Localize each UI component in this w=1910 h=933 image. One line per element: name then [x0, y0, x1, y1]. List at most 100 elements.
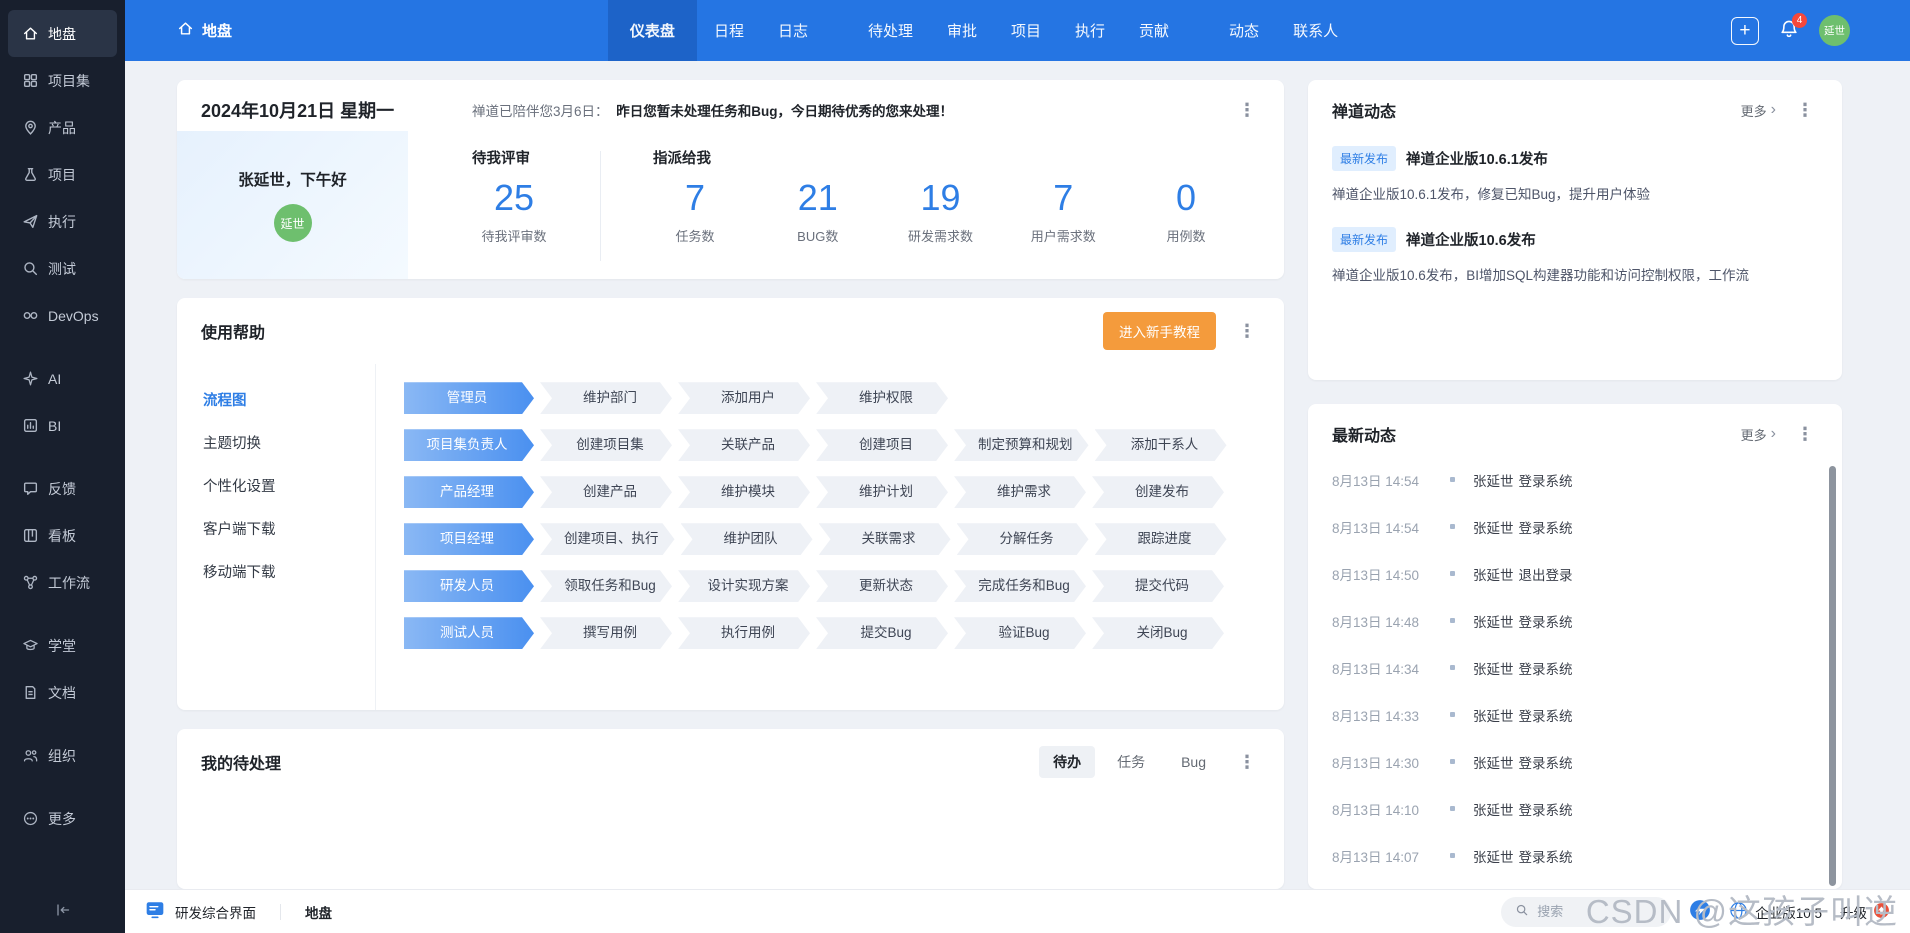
flow-chip-role[interactable]: 测试人员 [404, 617, 534, 649]
flow-chip-step[interactable]: 完成任务和Bug [954, 570, 1086, 602]
sidebar-item-workflow[interactable]: 工作流 [8, 559, 117, 606]
sidebar-item-product[interactable]: 产品 [8, 104, 117, 151]
sidebar-item-more[interactable]: 更多 [8, 795, 117, 842]
tab-contacts[interactable]: 联系人 [1276, 0, 1355, 61]
sidebar-item-ai[interactable]: AI [8, 355, 117, 402]
flow-chip-step[interactable]: 关联产品 [678, 429, 810, 461]
flow-chip-step[interactable]: 执行用例 [678, 617, 810, 649]
todo-kebab-menu[interactable]: ⋮ [1234, 751, 1260, 773]
news-more-link[interactable]: 更多 › [1741, 101, 1776, 120]
flow-chip-step[interactable]: 添加干系人 [1095, 429, 1227, 461]
flow-chip-role[interactable]: 项目集负责人 [404, 429, 534, 461]
flow-chip-step[interactable]: 创建产品 [540, 476, 672, 508]
stat-review-count[interactable]: 25 待我评审数 [472, 178, 556, 245]
tab-project[interactable]: 项目 [994, 0, 1058, 61]
sidebar-item-doc[interactable]: 文档 [8, 669, 117, 716]
sidebar-item-bi[interactable]: BI [8, 402, 117, 449]
flow-chip-step[interactable]: 维护计划 [816, 476, 948, 508]
activity-more-link[interactable]: 更多 › [1741, 425, 1776, 444]
help-menu-personalize[interactable]: 个性化设置 [203, 464, 375, 507]
flow-chip-step[interactable]: 关联需求 [819, 523, 951, 555]
workspace-label[interactable]: 研发综合界面 [175, 902, 256, 922]
news-item-title[interactable]: 禅道企业版10.6发布 [1406, 229, 1536, 250]
search-box[interactable] [1501, 896, 1672, 927]
notifications-button[interactable]: 4 [1779, 13, 1807, 42]
stat-task-count[interactable]: 7 任务数 [653, 178, 737, 245]
overview-kebab-menu[interactable]: ⋮ [1234, 99, 1260, 121]
flow-chip-step[interactable]: 维护模块 [678, 476, 810, 508]
flow-chip-step[interactable]: 领取任务和Bug [540, 570, 672, 602]
activity-scrollbar[interactable] [1829, 466, 1836, 886]
stat-user-story-count[interactable]: 7 用户需求数 [1021, 178, 1105, 245]
sidebar-item-project[interactable]: 项目 [8, 151, 117, 198]
help-menu-client-download[interactable]: 客户端下载 [203, 507, 375, 550]
sidebar-item-program[interactable]: 项目集 [8, 57, 117, 104]
flow-chip-step[interactable]: 制定预算和规划 [954, 429, 1089, 461]
flow-chip-step[interactable]: 创建发布 [1092, 476, 1224, 508]
current-space-label[interactable]: 地盘 [305, 902, 332, 922]
flow-chip-role[interactable]: 产品经理 [404, 476, 534, 508]
sidebar-item-devops[interactable]: DevOps [8, 292, 117, 339]
flow-chip-role[interactable]: 管理员 [404, 382, 534, 414]
upgrade-link[interactable]: 升级 [1840, 902, 1890, 922]
flow-chip-step[interactable]: 维护团队 [681, 523, 813, 555]
tab-contribution[interactable]: 贡献 [1122, 0, 1186, 61]
sidebar-item-test[interactable]: 测试 [8, 245, 117, 292]
tab-todo-bug[interactable]: Bug [1167, 748, 1220, 776]
sidebar-item-kanban[interactable]: 看板 [8, 512, 117, 559]
flow-chip-step[interactable]: 分解任务 [957, 523, 1089, 555]
sidebar-item-execution[interactable]: 执行 [8, 198, 117, 245]
help-kebab-menu[interactable]: ⋮ [1234, 320, 1260, 342]
release-badge[interactable]: 最新发布 [1332, 227, 1397, 252]
version-label[interactable]: 企业版10.5 [1729, 901, 1822, 923]
tab-log[interactable]: 日志 [761, 0, 825, 61]
flow-chip-step[interactable]: 设计实现方案 [678, 570, 810, 602]
flow-chip-step[interactable]: 验证Bug [954, 617, 1086, 649]
flow-chip-step[interactable]: 提交代码 [1092, 570, 1224, 602]
sidebar-item-dashboard[interactable]: 地盘 [8, 10, 117, 57]
news-item-title[interactable]: 禅道企业版10.6.1发布 [1406, 148, 1548, 169]
help-menu-theme[interactable]: 主题切换 [203, 421, 375, 464]
flow-chip-step[interactable]: 关闭Bug [1092, 617, 1224, 649]
tab-dashboard[interactable]: 仪表盘 [607, 0, 697, 61]
tutorial-button[interactable]: 进入新手教程 [1103, 312, 1216, 351]
flow-chip-step[interactable]: 创建项目 [816, 429, 948, 461]
flow-chip-step[interactable]: 维护权限 [816, 382, 948, 414]
navbar-brand[interactable]: 地盘 [125, 20, 232, 41]
tab-pending[interactable]: 待处理 [851, 0, 930, 61]
help-menu-mobile-download[interactable]: 移动端下载 [203, 550, 375, 593]
news-kebab-menu[interactable]: ⋮ [1792, 99, 1818, 121]
help-menu-flowchart[interactable]: 流程图 [203, 378, 375, 421]
flow-chip-step[interactable]: 维护部门 [540, 382, 672, 414]
activity-kebab-menu[interactable]: ⋮ [1792, 423, 1818, 445]
flow-chip-step[interactable]: 维护需求 [954, 476, 1086, 508]
tab-dynamic[interactable]: 动态 [1212, 0, 1276, 61]
sidebar-item-feedback[interactable]: 反馈 [8, 465, 117, 512]
sidebar-item-org[interactable]: 组织 [8, 732, 117, 779]
stat-bug-count[interactable]: 21 BUG数 [776, 178, 860, 245]
tab-approval[interactable]: 审批 [930, 0, 994, 61]
sidebar-collapse-button[interactable] [0, 902, 125, 921]
tab-todo-pending[interactable]: 待办 [1039, 746, 1096, 778]
greeting-avatar[interactable]: 延世 [273, 204, 312, 243]
create-button[interactable]: + [1730, 16, 1759, 45]
tab-calendar[interactable]: 日程 [697, 0, 761, 61]
flow-chip-step[interactable]: 撰写用例 [540, 617, 672, 649]
flow-chip-step[interactable]: 添加用户 [678, 382, 810, 414]
sidebar-item-school[interactable]: 学堂 [8, 622, 117, 669]
flow-chip-step[interactable]: 更新状态 [816, 570, 948, 602]
flow-chip-role[interactable]: 项目经理 [404, 523, 534, 555]
stat-case-count[interactable]: 0 用例数 [1144, 178, 1228, 245]
tab-execution[interactable]: 执行 [1058, 0, 1122, 61]
tab-todo-task[interactable]: 任务 [1103, 746, 1159, 778]
stat-dev-story-count[interactable]: 19 研发需求数 [899, 178, 983, 245]
messenger-icon[interactable] [1689, 899, 1711, 924]
flow-chip-step[interactable]: 创建项目集 [540, 429, 672, 461]
flow-chip-role[interactable]: 研发人员 [404, 570, 534, 602]
user-avatar[interactable]: 延世 [1818, 15, 1850, 46]
flow-chip-step[interactable]: 创建项目、执行 [540, 523, 675, 555]
flow-chip-step[interactable]: 提交Bug [816, 617, 948, 649]
release-badge[interactable]: 最新发布 [1332, 146, 1397, 171]
flow-chip-step[interactable]: 跟踪进度 [1095, 523, 1227, 555]
search-input[interactable] [1537, 904, 1648, 919]
